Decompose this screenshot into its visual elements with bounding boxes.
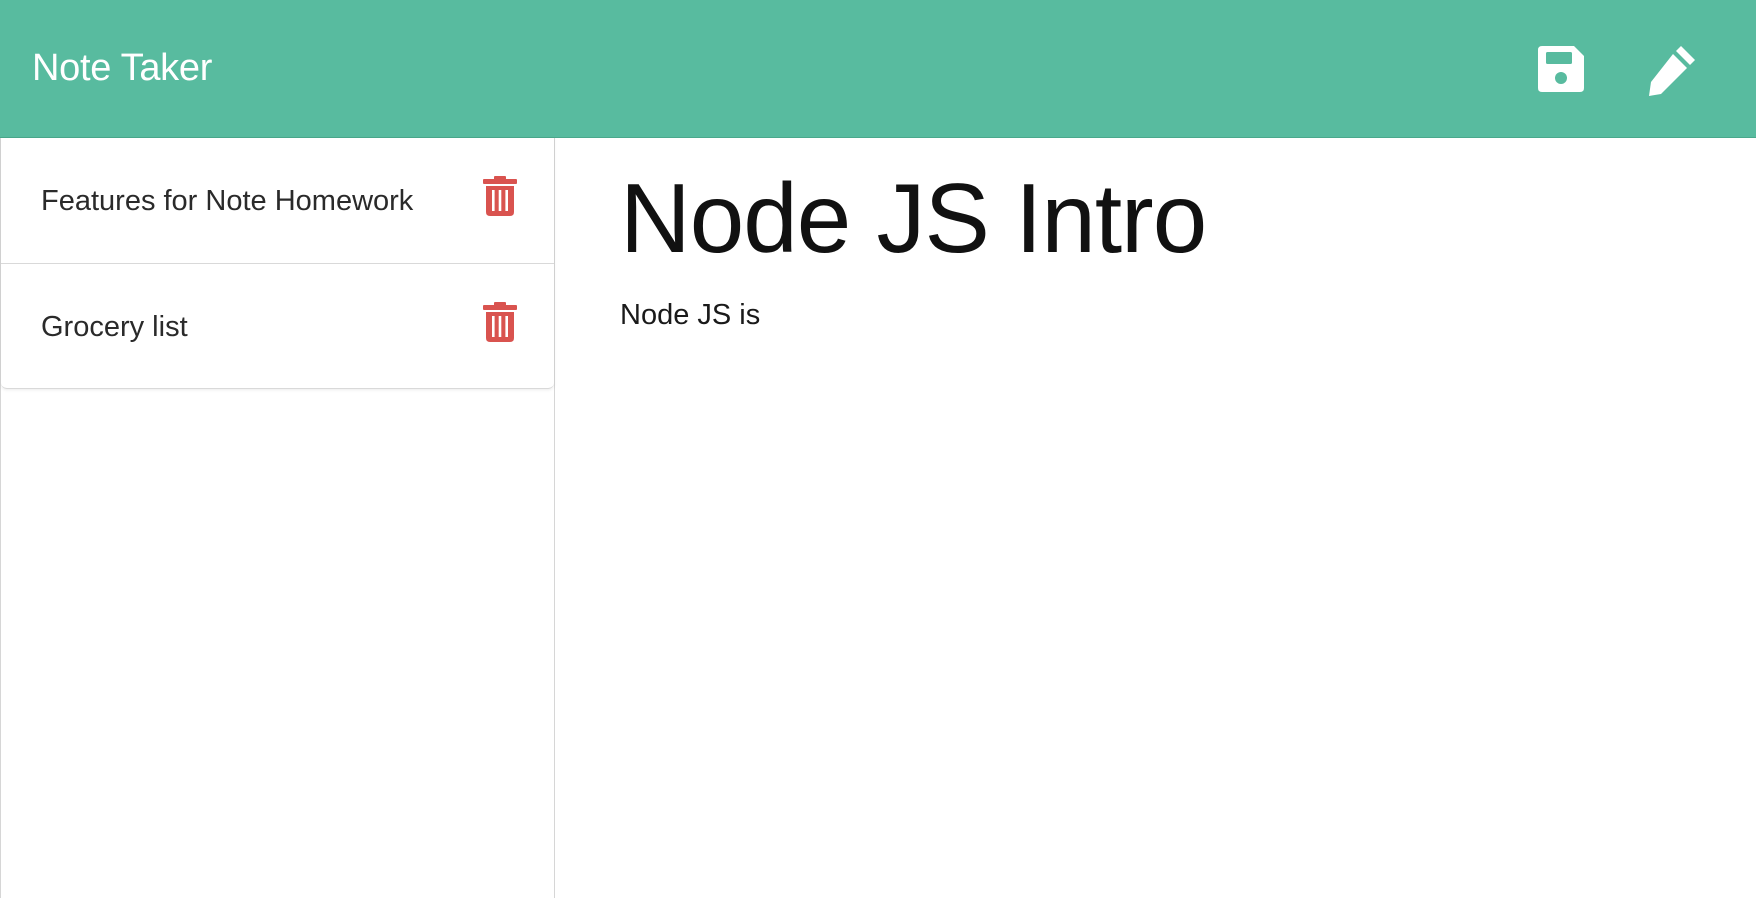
note-list-item-title[interactable]: Features for Note Homework [41,182,413,220]
save-note-button[interactable] [1532,40,1590,98]
trash-icon [483,302,517,342]
notes-sidebar: Features for Note Homework Grocery list [0,138,555,898]
notes-list: Features for Note Homework Grocery list [1,138,554,389]
trash-icon [483,176,517,216]
note-title-input[interactable]: Node JS Intro [620,158,1207,278]
note-list-item[interactable]: Features for Note Homework [1,138,554,264]
navbar: Note Taker [0,0,1756,138]
delete-note-button[interactable] [483,302,517,342]
note-list-item-title[interactable]: Grocery list [41,308,188,346]
note-text-area[interactable]: Node JS is [620,296,760,334]
note-editor: Node JS Intro Node JS is [556,138,1756,898]
new-note-button[interactable] [1643,40,1701,98]
delete-note-button[interactable] [483,176,517,216]
pencil-icon [1643,40,1701,98]
note-list-item[interactable]: Grocery list [1,264,554,388]
floppy-disk-icon [1532,40,1590,98]
app-title[interactable]: Note Taker [32,44,212,92]
